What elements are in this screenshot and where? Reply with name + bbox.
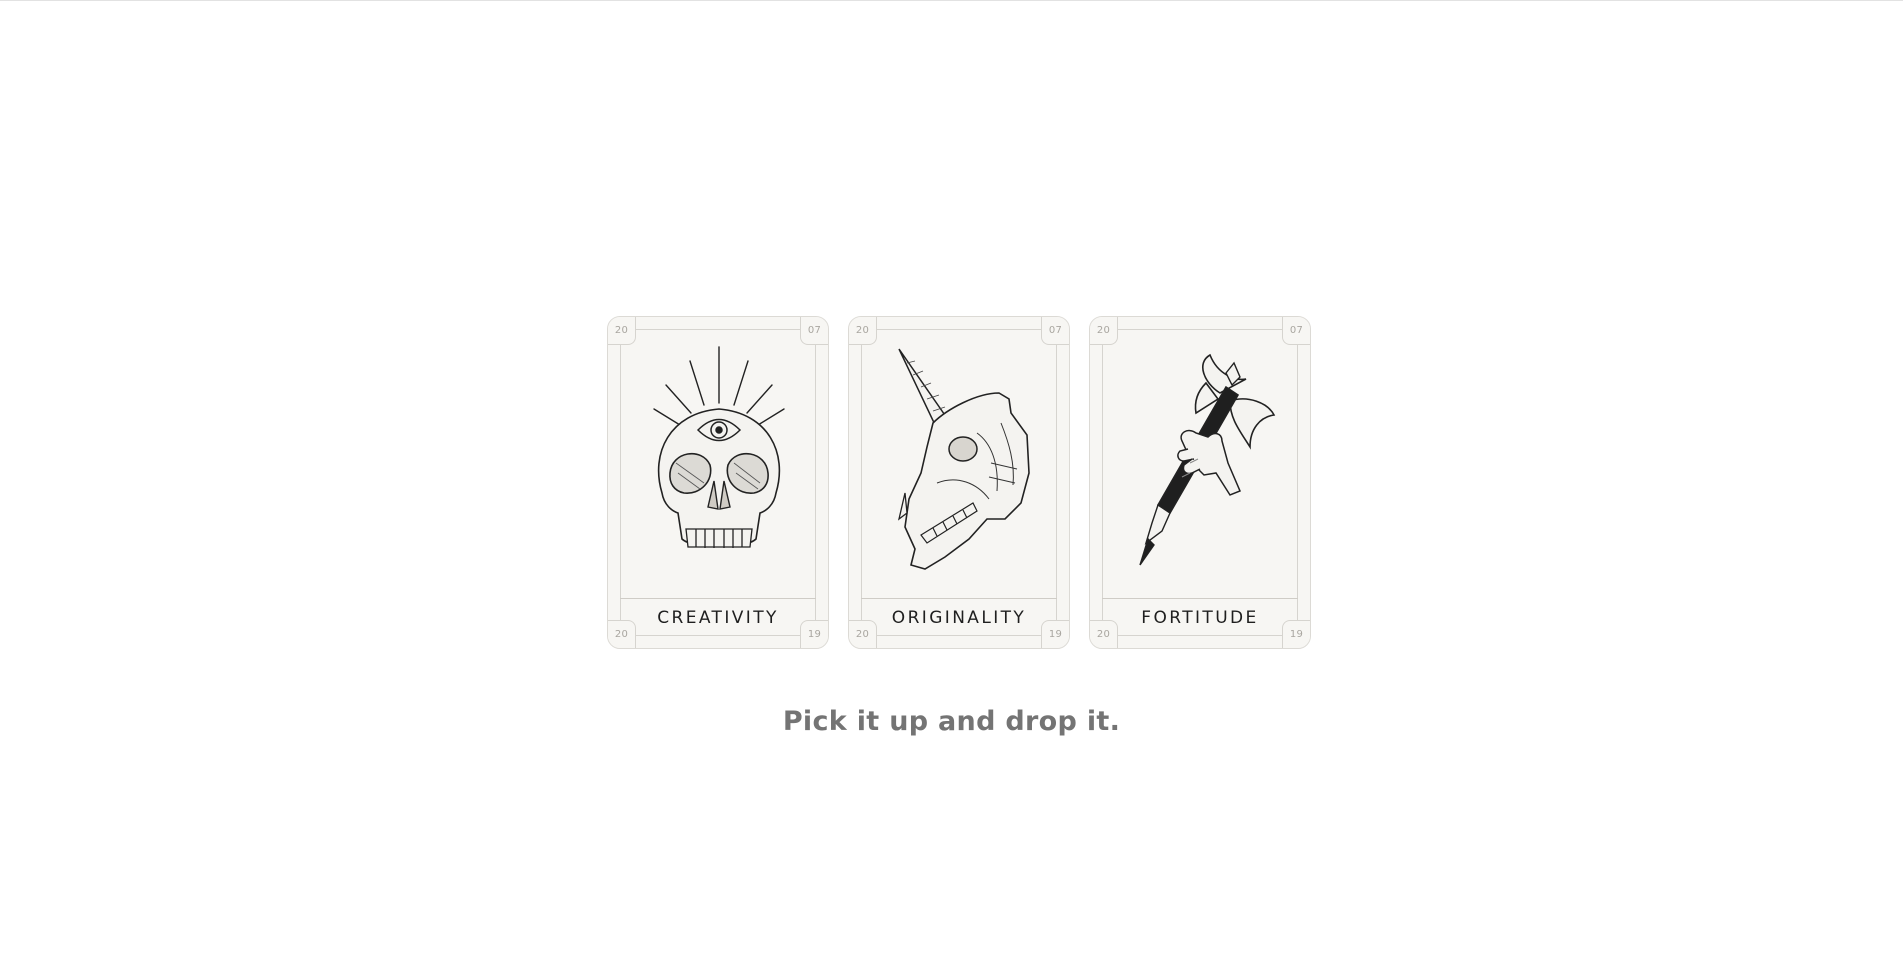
top-divider [0, 0, 1903, 1]
hand-holding-axe-pen-icon [1139, 353, 1276, 566]
card-title: FORTITUDE [1141, 608, 1259, 628]
card-title-divider [861, 598, 1057, 599]
card-corner-top-left: 20 [1090, 317, 1118, 345]
card-title: CREATIVITY [657, 608, 779, 628]
card-corner-top-left: 20 [608, 317, 636, 345]
card-corner-top-right: 07 [1041, 317, 1069, 345]
card-deck: 20 07 20 19 CREATIVITY 20 07 20 19 ORIGI… [607, 316, 1312, 650]
card-corner-top-right: 07 [800, 317, 828, 345]
card-title-divider [620, 598, 816, 599]
card-title: ORIGINALITY [891, 608, 1027, 628]
drag-instruction: Pick it up and drop it. [782, 706, 1121, 737]
card-originality[interactable]: 20 07 20 19 ORIGINALITY [848, 316, 1070, 649]
three-eyed-skull-icon [653, 346, 785, 548]
card-corner-top-right: 07 [1282, 317, 1310, 345]
card-fortitude[interactable]: 20 07 20 19 FORTITUDE [1089, 316, 1311, 649]
unicorn-skull-icon [897, 348, 1030, 570]
card-creativity[interactable]: 20 07 20 19 CREATIVITY [607, 316, 829, 649]
card-corner-top-left: 20 [849, 317, 877, 345]
card-title-divider [1102, 598, 1298, 599]
